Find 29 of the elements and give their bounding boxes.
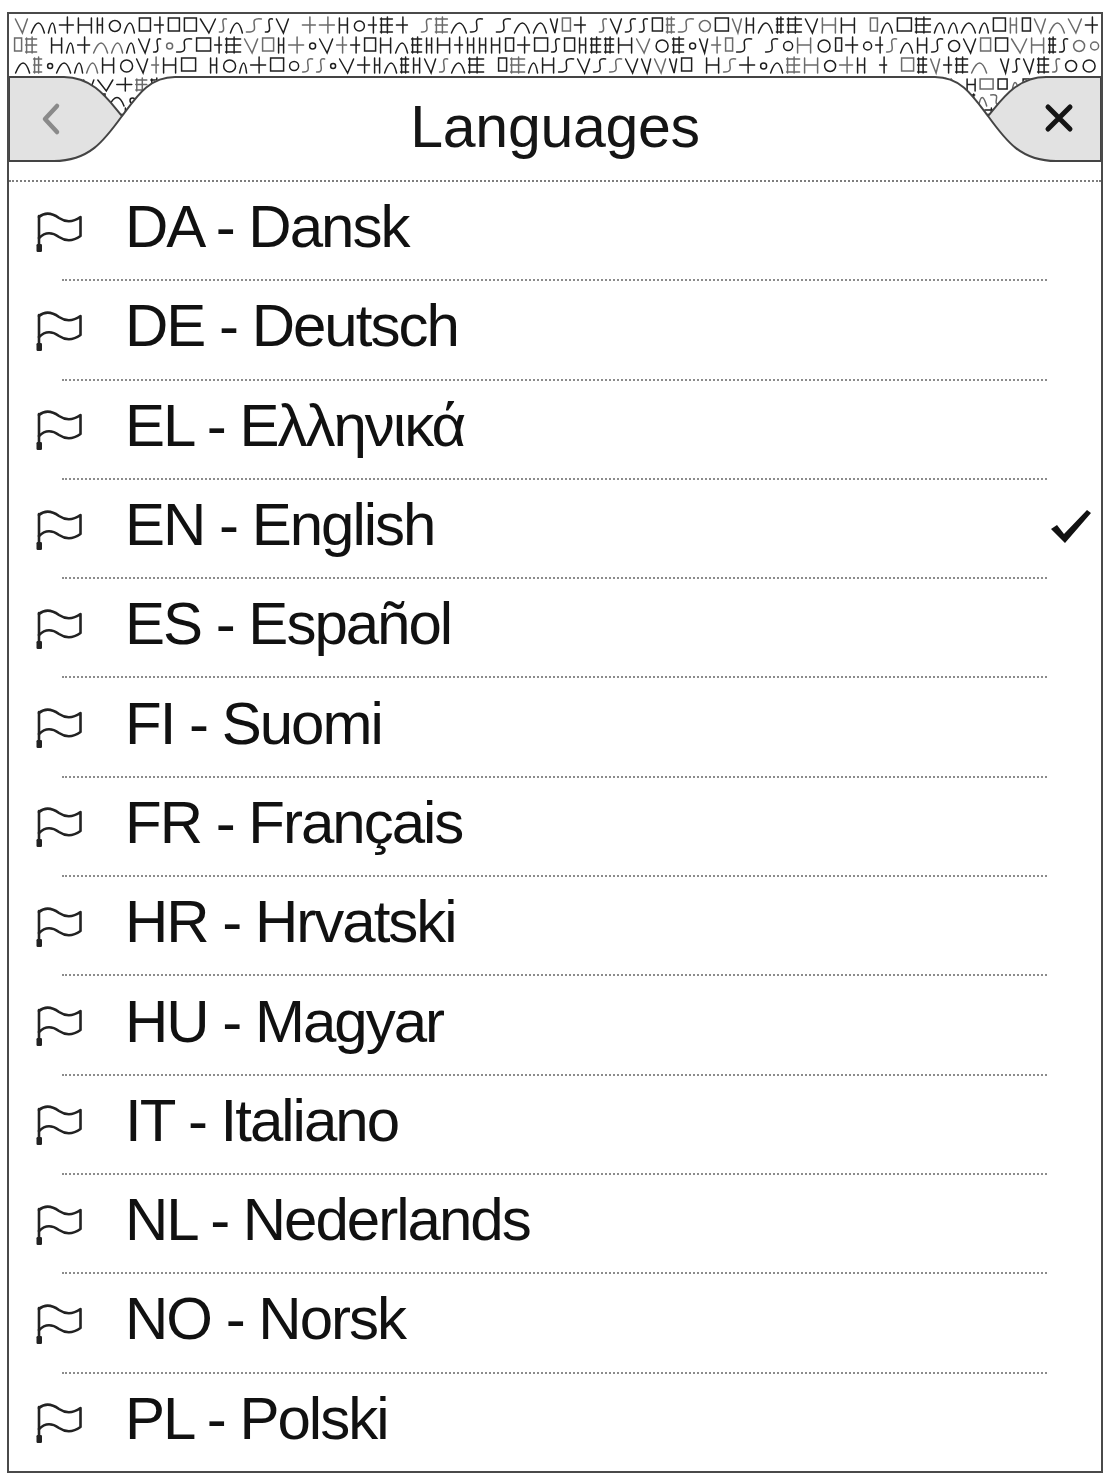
language-item[interactable]: DA - Dansk <box>9 182 1101 280</box>
dialog-title: Languages <box>410 94 700 162</box>
language-item[interactable]: DE - Deutsch <box>9 281 1101 379</box>
flag-icon <box>35 607 82 650</box>
flag-icon <box>35 806 82 849</box>
language-item[interactable]: HU - Magyar <box>9 976 1101 1074</box>
close-icon <box>1045 104 1073 132</box>
flag-icon <box>35 210 82 253</box>
flag-icon <box>35 1302 82 1345</box>
language-item[interactable]: NO - Norsk <box>9 1274 1101 1372</box>
language-item[interactable]: NL - Nederlands <box>9 1174 1101 1273</box>
flag-icon <box>35 409 82 452</box>
language-item[interactable]: FI - Suomi <box>9 678 1101 776</box>
flag-icon <box>35 905 82 948</box>
flag-icon <box>35 508 82 551</box>
flag-icon <box>35 1005 82 1047</box>
language-item[interactable]: PL - Polski <box>9 1373 1101 1471</box>
language-item[interactable]: FR - Français <box>9 777 1101 876</box>
language-item[interactable]: IT - Italiano <box>9 1075 1101 1173</box>
language-item[interactable]: ES - Español <box>9 579 1101 677</box>
flag-icon <box>35 707 82 750</box>
language-item[interactable]: HR - Hrvatski <box>9 877 1101 975</box>
flag-icon <box>35 309 82 352</box>
language-item[interactable]: EL - Ελληνικά <box>9 380 1101 478</box>
language-item[interactable]: EN - English <box>9 479 1101 578</box>
chevron-left-icon <box>42 103 60 135</box>
flag-icon <box>35 1104 82 1147</box>
flag-icon <box>35 1203 82 1246</box>
flag-icon <box>35 1402 82 1445</box>
